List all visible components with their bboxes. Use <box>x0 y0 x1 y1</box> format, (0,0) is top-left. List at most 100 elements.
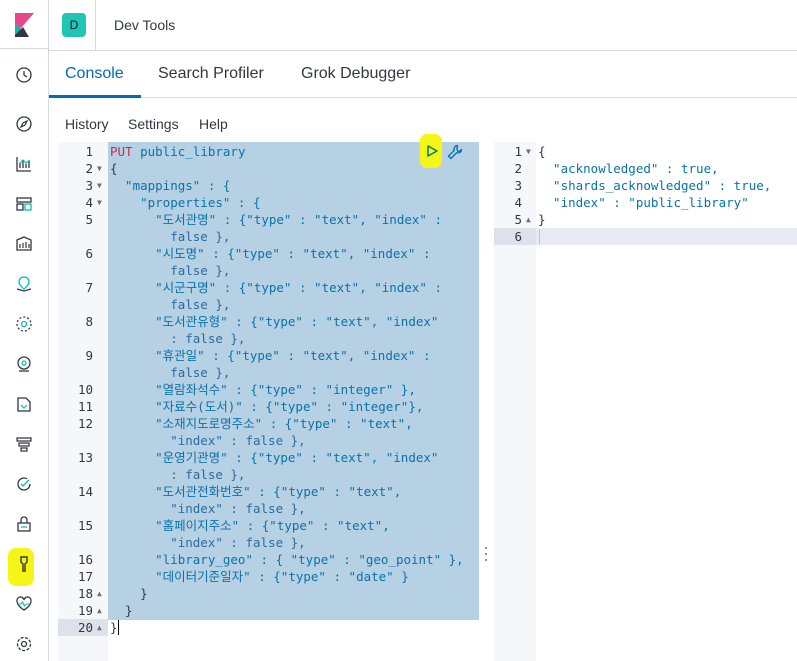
text-cursor <box>539 229 540 244</box>
fold-toggle[interactable]: ▲ <box>526 211 531 228</box>
line-number: 7 <box>85 280 93 295</box>
security-icon[interactable] <box>12 512 36 536</box>
clock-icon[interactable] <box>12 63 36 87</box>
code-line: "도서관전화번호" : {"type" : "text", <box>110 484 402 499</box>
code-line: "홈페이지주소" : {"type" : "text", <box>110 518 390 533</box>
line-number: 12 <box>77 416 93 431</box>
dashboard-icon[interactable] <box>12 192 36 216</box>
code-line: "운영기관명" : {"type" : "text", "index" <box>110 450 439 465</box>
kibana-logo[interactable] <box>0 0 49 49</box>
compass-icon[interactable] <box>12 112 36 136</box>
wrench-icon[interactable] <box>447 144 463 160</box>
text-cursor <box>118 620 119 635</box>
resizer-dot <box>485 553 487 555</box>
code-line: } <box>110 620 118 635</box>
code-line: : false }, <box>110 467 246 482</box>
code-line: "index" : false }, <box>110 501 306 516</box>
code-line: "도서관명" : {"type" : "text", "index" : <box>110 212 442 227</box>
page-title: Dev Tools <box>114 17 176 33</box>
apm-icon[interactable] <box>12 432 36 456</box>
line-number: 5 <box>514 212 522 227</box>
code-line: "열람좌석수" : {"type" : "integer" }, <box>110 382 416 397</box>
line-number: 1 <box>514 144 522 159</box>
response-editor[interactable]: 1 2 3 4 5 6 ▼ ▲ { "acknowledged" : true,… <box>494 142 797 661</box>
ml-icon[interactable] <box>12 312 36 336</box>
line-number: 3 <box>85 178 93 193</box>
http-method: PUT <box>110 144 133 159</box>
fold-toggle[interactable]: ▲ <box>97 602 102 619</box>
fold-toggle[interactable]: ▼ <box>97 160 102 177</box>
settings-link[interactable]: Settings <box>128 116 179 132</box>
code-line: "shards_acknowledged" : true, <box>538 178 772 193</box>
dev-tools-icon[interactable] <box>12 552 36 576</box>
code-line: "소재지도로명주소" : {"type" : "text", <box>110 416 413 431</box>
code-line: false }, <box>110 263 231 278</box>
fold-toggle[interactable]: ▼ <box>97 194 102 211</box>
line-number: 5 <box>85 212 93 227</box>
code-line: } <box>538 212 546 227</box>
code-line: "데이터기준일자" : {"type" : "date" } <box>110 569 409 584</box>
line-number: 18 <box>77 586 93 601</box>
monitoring-icon[interactable] <box>12 592 36 616</box>
code-line: } <box>110 586 148 601</box>
history-link[interactable]: History <box>65 116 109 132</box>
pane-resizer[interactable] <box>483 547 489 561</box>
canvas-icon[interactable] <box>12 232 36 256</box>
code-line: } <box>110 603 133 618</box>
management-icon[interactable] <box>12 632 36 656</box>
line-number: 9 <box>85 348 93 363</box>
tab-console[interactable]: Console <box>65 65 124 83</box>
line-number: 19 <box>77 603 93 618</box>
line-number: 3 <box>514 178 522 193</box>
line-number: 17 <box>77 569 93 584</box>
line-number: 2 <box>514 161 522 176</box>
code-line: "시군구명" : {"type" : "text", "index" : <box>110 280 442 295</box>
code-line: "properties" : { <box>110 195 261 210</box>
tab-grok-debugger[interactable]: Grok Debugger <box>301 65 410 83</box>
line-number: 10 <box>77 382 93 397</box>
maps-icon[interactable] <box>12 272 36 296</box>
line-number: 1 <box>85 144 93 159</box>
code-line: "도서관유형" : {"type" : "text", "index" <box>110 314 439 329</box>
code-line: "acknowledged" : true, <box>538 161 719 176</box>
visualize-icon[interactable] <box>12 152 36 176</box>
tab-search-profiler[interactable]: Search Profiler <box>158 65 264 83</box>
request-path: public_library <box>140 144 246 159</box>
code-line: "library_geo" : { "type" : "geo_point" }… <box>110 552 464 567</box>
fold-toggle[interactable]: ▼ <box>526 143 531 160</box>
fold-toggle[interactable]: ▼ <box>97 177 102 194</box>
help-link[interactable]: Help <box>199 116 228 132</box>
code-line: : false }, <box>110 331 246 346</box>
active-line <box>536 228 797 245</box>
code-line: { <box>110 161 118 176</box>
play-icon[interactable] <box>425 144 439 158</box>
header-divider <box>95 0 96 50</box>
metrics-icon[interactable] <box>12 352 36 376</box>
fold-toggle[interactable]: ▲ <box>97 619 102 636</box>
side-nav <box>0 0 49 661</box>
code-line: "index" : false }, <box>110 535 306 550</box>
code-line: { <box>538 144 546 159</box>
code-line: false }, <box>110 365 231 380</box>
tab-bar: Console Search Profiler Grok Debugger <box>49 51 797 98</box>
uptime-icon[interactable] <box>12 472 36 496</box>
line-number: 4 <box>514 195 522 210</box>
line-number: 20 <box>77 620 93 635</box>
code-line: "휴관일" : {"type" : "text", "index" : <box>110 348 431 363</box>
fold-toggle[interactable]: ▲ <box>97 585 102 602</box>
line-number: 6 <box>85 246 93 261</box>
line-number: 8 <box>85 314 93 329</box>
resizer-dot <box>485 547 487 549</box>
logs-icon[interactable] <box>12 392 36 416</box>
request-editor[interactable]: 1 2 3 4 5 6 7 8 9 10 11 12 13 14 15 16 1… <box>58 142 479 661</box>
space-avatar[interactable]: D <box>62 13 86 37</box>
line-number: 4 <box>85 195 93 210</box>
code-line: "index" : "public_library" <box>538 195 749 210</box>
code-line: "mappings" : { <box>110 178 231 193</box>
line-number: 15 <box>77 518 93 533</box>
code-line: false }, <box>110 229 231 244</box>
line-number: 2 <box>85 161 93 176</box>
code-line: false }, <box>110 297 231 312</box>
code-line: "시도명" : {"type" : "text", "index" : <box>110 246 431 261</box>
line-number: 16 <box>77 552 93 567</box>
